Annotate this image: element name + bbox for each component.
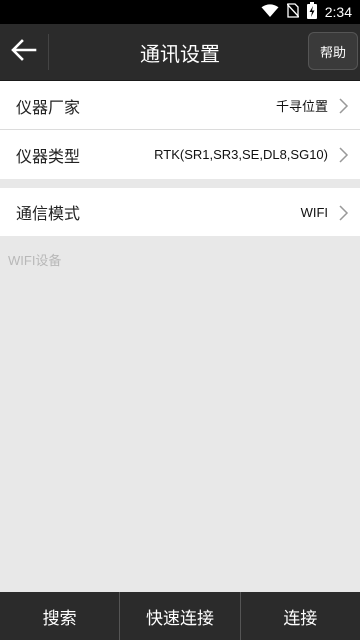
back-button[interactable] bbox=[0, 24, 48, 80]
manufacturer-value: 千寻位置 bbox=[275, 99, 328, 114]
search-button[interactable]: 搜索 bbox=[0, 592, 119, 640]
connect-button[interactable]: 连接 bbox=[239, 592, 360, 640]
manufacturer-row[interactable]: 仪器厂家 千寻位置 bbox=[0, 81, 360, 130]
chevron-right-icon bbox=[336, 147, 350, 163]
chevron-right-icon bbox=[336, 205, 350, 221]
arrow-left-icon bbox=[11, 39, 37, 65]
app-bar-divider bbox=[48, 34, 49, 70]
battery-charging-icon bbox=[306, 1, 317, 23]
manufacturer-label: 仪器厂家 bbox=[16, 97, 81, 117]
wifi-icon bbox=[261, 3, 279, 22]
device-type-row[interactable]: 仪器类型 RTK(SR1,SR3,SE,DL8,SG10) bbox=[0, 130, 360, 179]
help-button[interactable]: 帮助 bbox=[308, 32, 358, 70]
comm-mode-label: 通信模式 bbox=[16, 204, 81, 223]
status-time: 2:34 bbox=[324, 4, 352, 20]
quick-connect-button[interactable]: 快速连接 bbox=[119, 592, 239, 640]
page-title: 通讯设置 bbox=[140, 41, 220, 66]
no-sim-icon bbox=[286, 2, 300, 22]
status-icons: 2:34 bbox=[261, 0, 352, 24]
comm-mode-value: WIFI bbox=[300, 204, 328, 220]
comm-mode-row[interactable]: 通信模式 WIFI bbox=[0, 188, 360, 236]
device-type-label: 仪器类型 bbox=[16, 146, 81, 166]
wifi-devices-label: WIFI设备 bbox=[8, 253, 62, 268]
app-bar: 通讯设置 帮助 bbox=[0, 24, 360, 81]
chevron-right-icon bbox=[336, 98, 350, 114]
status-bar: 2:34 bbox=[0, 0, 360, 24]
device-type-value: RTK(SR1,SR3,SE,DL8,SG10) bbox=[154, 147, 328, 162]
bottom-action-bar: 搜索 快速连接 连接 bbox=[0, 592, 360, 640]
